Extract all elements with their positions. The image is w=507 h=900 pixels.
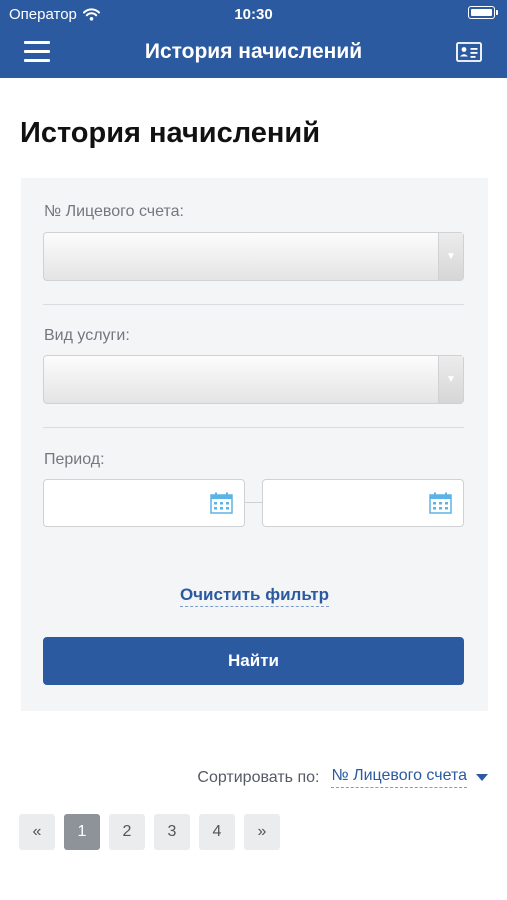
divider [43,304,464,305]
calendar-icon[interactable] [210,492,233,514]
clock: 10:30 [234,6,273,23]
page-button-2[interactable]: 2 [109,814,145,850]
service-label: Вид услуги: [44,327,130,344]
period-separator [245,502,263,503]
divider [43,427,464,428]
sort-row: Сортировать по: № Лицевого счета [197,767,488,788]
period-label: Период: [44,451,105,468]
page-next-button[interactable]: » [244,814,280,850]
nav-bar: История начислений [0,28,507,78]
pagination: « 1 2 3 4 » [19,814,280,850]
nav-title: История начислений [144,40,363,63]
clear-filter-row: Очистить фильтр [21,585,488,607]
calendar-icon[interactable] [429,492,452,514]
hamburger-menu-icon[interactable] [24,41,50,63]
sort-label: Сортировать по: [197,768,320,786]
clear-filter-link[interactable]: Очистить фильтр [179,585,330,607]
sort-select[interactable]: № Лицевого счета [331,767,467,788]
page-button-3[interactable]: 3 [154,814,190,850]
page-title: История начислений [20,117,321,149]
period-to-input[interactable] [262,479,464,527]
page-button-4[interactable]: 4 [199,814,235,850]
period-from-input[interactable] [43,479,245,527]
page-button-1[interactable]: 1 [64,814,100,850]
filter-panel: № Лицевого счета: ▼ Вид услуги: ▼ Период… [21,178,488,711]
find-button[interactable]: Найти [43,637,464,685]
caret-down-icon[interactable] [476,774,488,781]
battery-icon [468,6,498,19]
account-select[interactable]: ▼ [43,232,464,281]
page-prev-button[interactable]: « [19,814,55,850]
chevron-down-icon: ▼ [438,356,463,403]
chevron-down-icon: ▼ [438,233,463,280]
service-select[interactable]: ▼ [43,355,464,404]
id-card-icon[interactable] [456,42,482,62]
status-bar: Оператор 10:30 [0,0,507,28]
account-label: № Лицевого счета: [44,203,184,220]
